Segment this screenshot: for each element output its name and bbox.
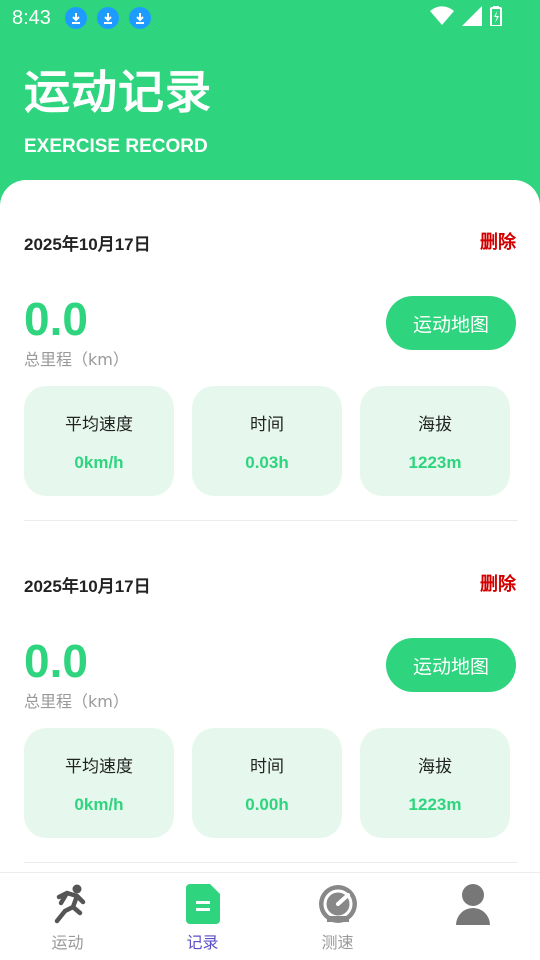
stat-label: 时间 bbox=[250, 414, 284, 435]
download-icon bbox=[96, 7, 119, 29]
stat-time: 时间 0.00h bbox=[192, 728, 342, 838]
stats-row: 平均速度 0km/h 时间 0.03h 海拔 1223m bbox=[24, 386, 518, 496]
page-title: 运动记录 bbox=[24, 65, 212, 119]
stat-value: 0.03h bbox=[245, 452, 289, 472]
document-icon bbox=[182, 883, 224, 925]
download-icon bbox=[64, 7, 87, 29]
tab-exercise[interactable]: 运动 bbox=[0, 873, 135, 960]
running-person-icon bbox=[47, 883, 89, 925]
person-icon bbox=[452, 883, 494, 925]
records-list[interactable]: 2025年10月17日 删除 0.0 总里程（km） 运动地图 平均速度 0km… bbox=[0, 180, 540, 880]
stat-label: 平均速度 bbox=[65, 756, 133, 777]
tab-speed[interactable]: 测速 bbox=[270, 873, 405, 960]
stat-label: 平均速度 bbox=[65, 414, 133, 435]
stat-value: 1223m bbox=[408, 794, 462, 814]
battery-icon bbox=[490, 6, 502, 31]
stat-avg-speed: 平均速度 0km/h bbox=[24, 386, 174, 496]
stat-altitude: 海拔 1223m bbox=[360, 728, 510, 838]
tab-records[interactable]: 记录 bbox=[135, 873, 270, 960]
record-date: 2025年10月17日 bbox=[24, 577, 151, 596]
download-icon bbox=[128, 7, 151, 29]
stat-value: 0km/h bbox=[74, 794, 124, 814]
tab-label: 测速 bbox=[321, 933, 354, 952]
stat-altitude: 海拔 1223m bbox=[360, 386, 510, 496]
distance-label: 总里程（km） bbox=[24, 350, 129, 369]
stats-row: 平均速度 0km/h 时间 0.00h 海拔 1223m bbox=[24, 728, 518, 838]
record-card: 2025年10月17日 删除 0.0 总里程（km） 运动地图 平均速度 0km… bbox=[24, 522, 518, 864]
exercise-map-button[interactable]: 运动地图 bbox=[386, 638, 516, 692]
header: 运动记录 EXERCISE RECORD bbox=[24, 56, 212, 158]
tab-profile[interactable] bbox=[405, 873, 540, 960]
delete-button[interactable]: 删除 bbox=[480, 228, 516, 254]
distance-value: 0.0 bbox=[24, 293, 88, 345]
record-card: 2025年10月17日 删除 0.0 总里程（km） 运动地图 平均速度 0km… bbox=[24, 180, 518, 522]
stat-value: 0.00h bbox=[245, 794, 289, 814]
stat-time: 时间 0.03h bbox=[192, 386, 342, 496]
divider bbox=[24, 862, 518, 863]
speedometer-icon bbox=[317, 883, 359, 925]
page-subtitle: EXERCISE RECORD bbox=[24, 136, 208, 157]
stat-value: 0km/h bbox=[74, 452, 124, 472]
signal-icon bbox=[462, 6, 482, 31]
stat-avg-speed: 平均速度 0km/h bbox=[24, 728, 174, 838]
bottom-tab-bar: 运动 记录 测速 bbox=[0, 872, 540, 960]
delete-button[interactable]: 删除 bbox=[480, 570, 516, 596]
distance-value: 0.0 bbox=[24, 635, 88, 687]
tab-label: 运动 bbox=[51, 933, 84, 952]
divider bbox=[24, 520, 518, 521]
stat-label: 时间 bbox=[250, 756, 284, 777]
stat-value: 1223m bbox=[408, 452, 462, 472]
stat-label: 海拔 bbox=[418, 756, 452, 777]
stat-label: 海拔 bbox=[418, 414, 452, 435]
exercise-map-button[interactable]: 运动地图 bbox=[386, 296, 516, 350]
distance-label: 总里程（km） bbox=[24, 692, 129, 711]
record-date: 2025年10月17日 bbox=[24, 235, 151, 254]
status-bar: 8:43 bbox=[0, 0, 540, 36]
tab-label: 记录 bbox=[186, 933, 219, 952]
status-time: 8:43 bbox=[12, 6, 51, 29]
wifi-icon bbox=[430, 6, 454, 31]
